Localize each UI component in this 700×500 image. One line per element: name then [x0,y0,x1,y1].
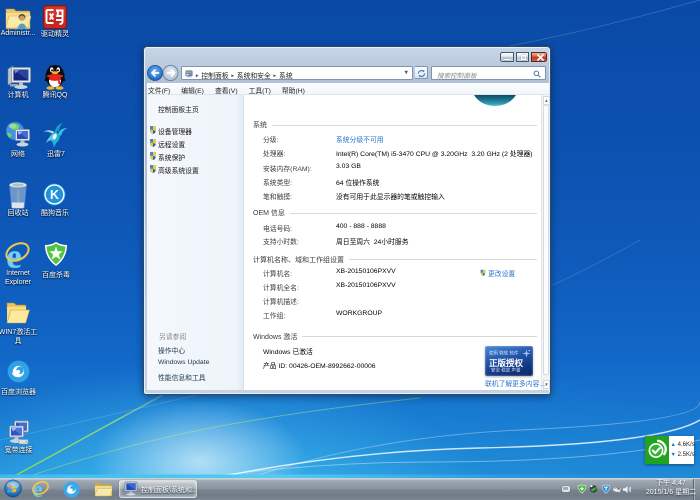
svg-text:K: K [50,188,59,202]
